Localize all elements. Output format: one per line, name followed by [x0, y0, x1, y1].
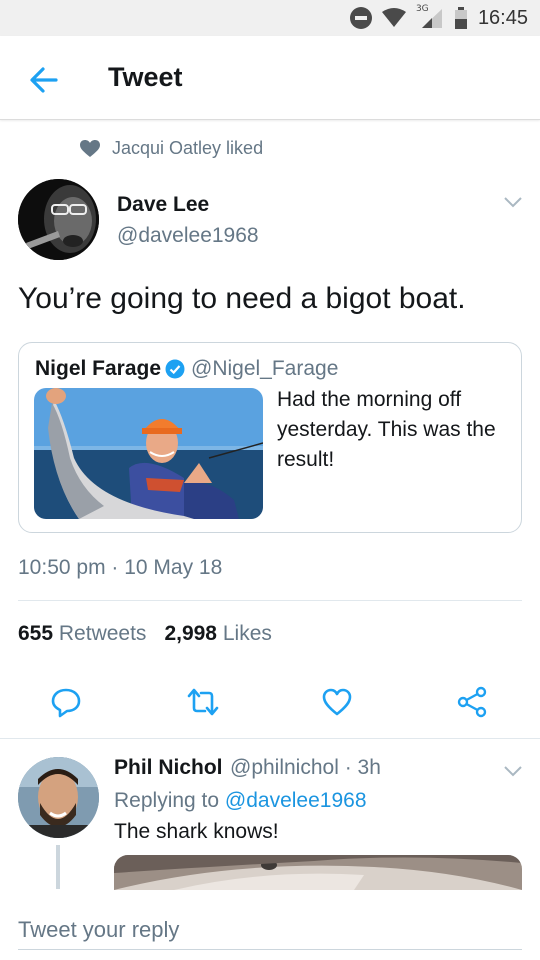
quoted-author-name: Nigel Farage — [35, 357, 162, 380]
like-button[interactable] — [321, 686, 353, 718]
social-context-text: Jacqui Oatley liked — [112, 138, 264, 158]
retweet-icon — [187, 688, 219, 716]
quoted-author-handle: @Nigel_Farage — [191, 357, 339, 380]
status-bar: 3G 16:45 — [0, 0, 540, 36]
verified-badge-icon — [165, 359, 185, 379]
reply-input[interactable] — [18, 910, 522, 950]
do-not-disturb-icon — [349, 7, 372, 29]
quoted-tweet-photo[interactable] — [34, 388, 263, 519]
reply-photo[interactable] — [114, 855, 522, 890]
replying-to-handle-link[interactable]: @davelee1968 — [225, 789, 367, 812]
battery-icon — [454, 7, 467, 29]
heart-outline-icon — [322, 688, 352, 716]
author-name[interactable]: Dave Lee — [117, 193, 209, 217]
social-context: Jacqui Oatley liked — [80, 138, 263, 159]
thread-connector — [56, 845, 60, 889]
cellular-signal-icon: 3G — [416, 4, 444, 29]
status-icons: 3G 16:45 — [349, 0, 528, 36]
reply-author-avatar[interactable] — [18, 757, 99, 838]
quoted-tweet-text: Had the morning off yesterday. This was … — [277, 388, 496, 471]
tweet-stats: 655 Retweets 2,998 Likes — [18, 622, 272, 646]
retweet-button[interactable] — [187, 686, 219, 718]
arrow-left-icon — [30, 67, 58, 93]
page-title: Tweet — [108, 62, 183, 92]
likes-count: 2,998 — [164, 622, 217, 645]
tweet-text: You’re going to need a bigot boat. — [18, 282, 466, 315]
tweet-timestamp: 10:50 pm · 10 May 18 — [18, 556, 223, 579]
share-icon — [457, 686, 487, 718]
reply-author-handle[interactable]: @philnichol · 3h — [230, 756, 381, 780]
reply-text: The shark knows! — [114, 820, 279, 843]
reply-composer — [0, 890, 540, 960]
share-button[interactable] — [456, 686, 488, 718]
reply-author-name[interactable]: Phil Nichol — [114, 756, 223, 780]
author-avatar[interactable] — [18, 179, 99, 260]
likes-label: Likes — [222, 622, 272, 645]
reply-button[interactable] — [50, 686, 82, 718]
wifi-icon — [381, 8, 406, 27]
retweets-label: Retweets — [58, 622, 147, 645]
back-button[interactable] — [26, 62, 62, 98]
replying-to-label: Replying to — [114, 789, 220, 812]
divider — [0, 738, 540, 739]
divider — [18, 600, 522, 601]
chevron-down-icon[interactable] — [503, 764, 523, 778]
replying-to: Replying to @davelee1968 — [114, 789, 367, 813]
heart-icon — [80, 139, 100, 157]
quoted-tweet-card[interactable]: Nigel Farage @Nigel_Farage Had the morni… — [18, 342, 522, 533]
likes-stat[interactable]: 2,998 Likes — [164, 622, 271, 646]
retweets-count: 655 — [18, 622, 54, 645]
retweets-stat[interactable]: 655 Retweets — [18, 622, 146, 646]
clock: 16:45 — [477, 6, 528, 29]
app-bar: Tweet — [0, 36, 540, 120]
author-handle[interactable]: @davelee1968 — [117, 224, 259, 248]
reply-bubble-icon — [51, 688, 81, 718]
chevron-down-icon[interactable] — [503, 195, 523, 209]
